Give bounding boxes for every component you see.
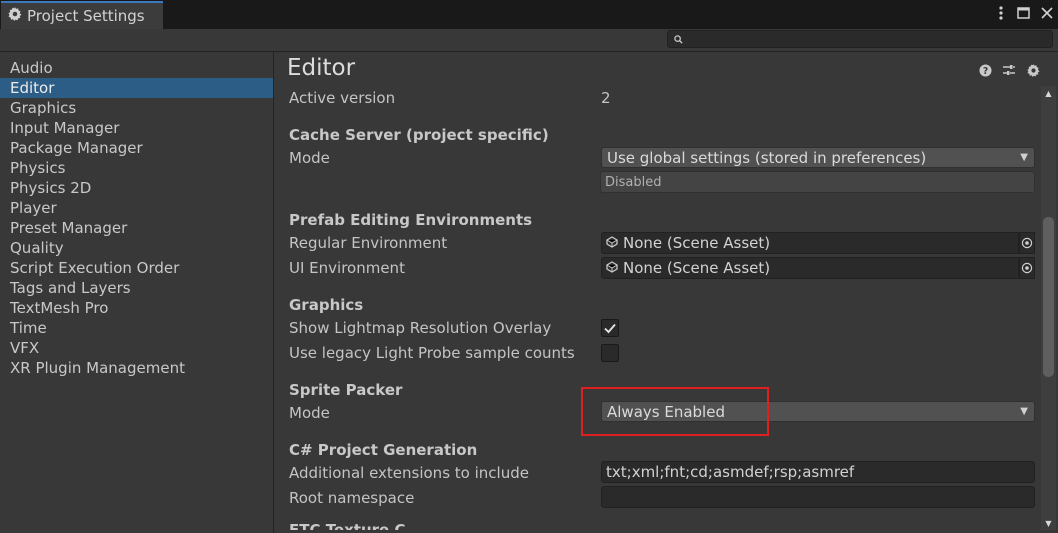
prefab-environments-header: Prefab Editing Environments [289, 211, 533, 229]
extensions-value: txt;xml;fnt;cd;asmdef;rsp;asmref [606, 463, 855, 481]
preset-icon[interactable] [1001, 62, 1017, 78]
more-vertical-icon[interactable] [993, 4, 1008, 22]
regular-environment-value: None (Scene Asset) [623, 234, 771, 252]
header-icons: ? [977, 62, 1041, 78]
cache-server-status-field: Disabled [600, 171, 1035, 193]
light-probe-label: Use legacy Light Probe sample counts [289, 344, 575, 362]
cache-server-mode-value: Use global settings (stored in preferenc… [607, 148, 927, 167]
scroll-down-icon[interactable]: ▼ [1041, 516, 1056, 530]
settings-sidebar: Audio Editor Graphics Input Manager Pack… [0, 52, 274, 533]
search-input[interactable] [687, 32, 1052, 46]
search-box[interactable] [667, 30, 1053, 48]
editor-settings-panel: Editor ? Active version 2 Cache Server (… [275, 52, 1041, 530]
sprite-packer-header: Sprite Packer [289, 381, 403, 399]
ui-environment-value: None (Scene Asset) [623, 259, 771, 277]
active-version-label: Active version [289, 89, 396, 107]
settings-icon[interactable] [1025, 62, 1041, 78]
sidebar-item-vfx[interactable]: VFX [0, 338, 273, 358]
sidebar-item-textmesh-pro[interactable]: TextMesh Pro [0, 298, 273, 318]
scroll-up-icon[interactable]: ▲ [1041, 86, 1056, 100]
close-icon[interactable] [1039, 4, 1054, 22]
checkmark-icon [604, 323, 616, 333]
active-version-value: 2 [601, 89, 611, 107]
sidebar-item-script-execution-order[interactable]: Script Execution Order [0, 258, 273, 278]
light-probe-checkbox[interactable] [601, 344, 619, 362]
sidebar-item-time[interactable]: Time [0, 318, 273, 338]
gear-icon [8, 7, 22, 25]
graphics-header: Graphics [289, 296, 364, 314]
cache-server-mode-label: Mode [289, 149, 330, 167]
csharp-generation-header: C# Project Generation [289, 441, 478, 459]
light-probe-row: Use legacy Light Probe sample counts [289, 342, 1035, 364]
sidebar-item-physics-2d[interactable]: Physics 2D [0, 178, 273, 198]
ui-environment-label: UI Environment [289, 259, 405, 277]
extensions-label: Additional extensions to include [289, 464, 529, 482]
scene-asset-icon [606, 259, 618, 277]
title-bar: Project Settings [0, 0, 1058, 29]
sidebar-item-physics[interactable]: Physics [0, 158, 273, 178]
dropdown-arrow-icon: ▼ [1020, 406, 1028, 417]
sidebar-item-quality[interactable]: Quality [0, 238, 273, 258]
sidebar-item-tags-and-layers[interactable]: Tags and Layers [0, 278, 273, 298]
window-controls [993, 4, 1054, 22]
object-picker-icon [1021, 262, 1033, 274]
cache-server-status: Disabled [605, 174, 662, 190]
project-settings-tab[interactable]: Project Settings [1, 1, 163, 29]
scroll-thumb[interactable] [1043, 217, 1054, 377]
sprite-packer-mode-dropdown[interactable]: Always Enabled ▼ [601, 401, 1035, 422]
etc-texture-header: ETC Texture C [289, 521, 406, 530]
search-icon [674, 30, 683, 48]
root-namespace-label: Root namespace [289, 489, 415, 507]
sidebar-item-package-manager[interactable]: Package Manager [0, 138, 273, 158]
help-icon[interactable]: ? [977, 62, 993, 78]
root-namespace-input[interactable] [601, 486, 1035, 508]
sidebar-item-player[interactable]: Player [0, 198, 273, 218]
active-version-row: Active version 2 [289, 87, 1035, 109]
svg-text:?: ? [982, 65, 987, 76]
sidebar-item-editor[interactable]: Editor [0, 78, 273, 98]
cache-server-mode-dropdown[interactable]: Use global settings (stored in preferenc… [601, 147, 1035, 168]
scene-asset-icon [606, 234, 618, 252]
page-title: Editor [287, 55, 356, 81]
window-title: Project Settings [27, 7, 145, 25]
maximize-icon[interactable] [1016, 4, 1031, 22]
dropdown-arrow-icon: ▼ [1020, 152, 1028, 163]
regular-environment-picker[interactable] [1019, 232, 1035, 254]
regular-environment-label: Regular Environment [289, 234, 448, 252]
sidebar-item-graphics[interactable]: Graphics [0, 98, 273, 118]
vertical-scrollbar[interactable]: ▲ ▼ [1041, 86, 1056, 530]
sidebar-item-preset-manager[interactable]: Preset Manager [0, 218, 273, 238]
lightmap-overlay-checkbox[interactable] [601, 319, 619, 337]
regular-environment-field[interactable]: None (Scene Asset) [601, 232, 1019, 254]
search-bar-row [0, 29, 1058, 52]
sprite-packer-mode-label: Mode [289, 404, 330, 422]
lightmap-overlay-label: Show Lightmap Resolution Overlay [289, 319, 552, 337]
object-picker-icon [1021, 237, 1033, 249]
sprite-packer-mode-value: Always Enabled [607, 402, 725, 421]
ui-environment-field[interactable]: None (Scene Asset) [601, 257, 1019, 279]
ui-environment-picker[interactable] [1019, 257, 1035, 279]
cache-server-header: Cache Server (project specific) [289, 126, 549, 144]
sidebar-item-audio[interactable]: Audio [0, 58, 273, 78]
lightmap-overlay-row: Show Lightmap Resolution Overlay [289, 317, 1035, 339]
sidebar-item-input-manager[interactable]: Input Manager [0, 118, 273, 138]
extensions-input[interactable]: txt;xml;fnt;cd;asmdef;rsp;asmref [601, 461, 1035, 483]
sidebar-item-xr-plugin-management[interactable]: XR Plugin Management [0, 358, 273, 378]
